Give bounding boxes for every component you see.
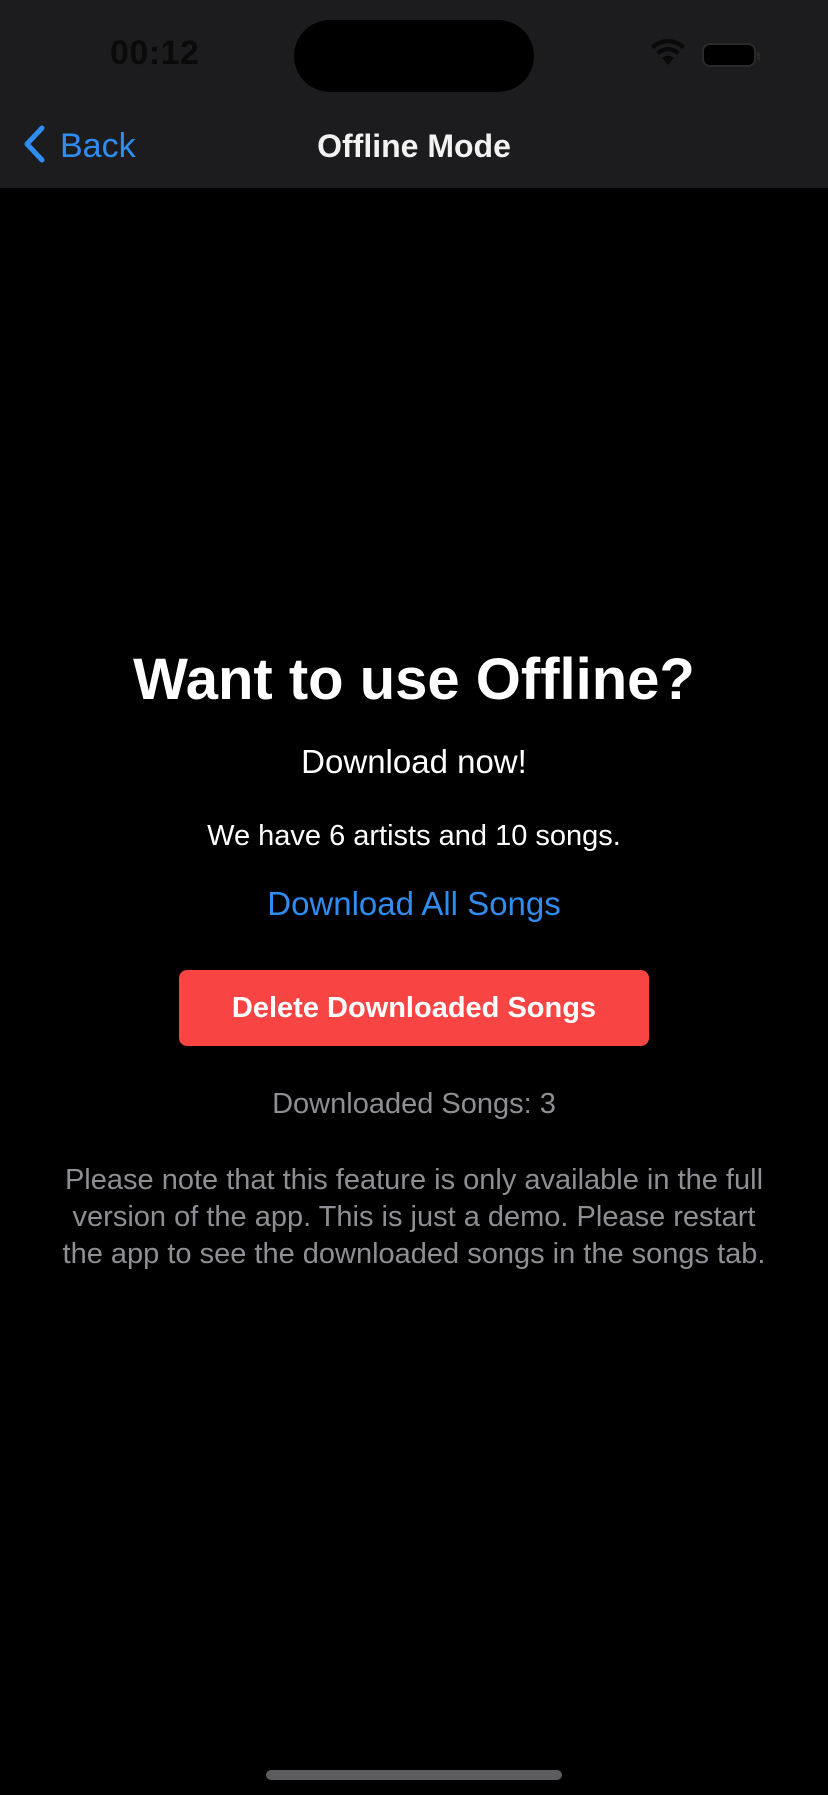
status-time: 00:12 <box>110 34 200 72</box>
wifi-icon <box>650 38 686 72</box>
downloaded-songs-count: Downloaded Songs: 3 <box>272 1088 556 1120</box>
offline-content: Want to use Offline? Download now! We ha… <box>0 640 828 1273</box>
page-title: Offline Mode <box>317 128 511 164</box>
navigation-bar: Back Offline Mode <box>0 104 828 188</box>
demo-note: Please note that this feature is only av… <box>62 1164 766 1270</box>
offline-mode-screen: 00:12 Back Offline Mode Want to use Offl… <box>0 0 828 1795</box>
download-all-songs-button[interactable]: Download All Songs <box>267 884 561 924</box>
subhead: Download now! <box>301 743 527 780</box>
library-stats: We have 6 artists and 10 songs. <box>207 820 621 852</box>
delete-downloaded-songs-button[interactable]: Delete Downloaded Songs <box>179 970 649 1046</box>
dynamic-island <box>294 20 534 92</box>
headline: Want to use Offline? <box>133 647 695 712</box>
delete-button-wrap: Delete Downloaded Songs <box>0 970 828 1046</box>
battery-icon <box>702 43 760 67</box>
home-indicator[interactable] <box>266 1770 562 1780</box>
top-bar: 00:12 Back Offline Mode <box>0 0 828 188</box>
status-icons <box>650 38 760 72</box>
